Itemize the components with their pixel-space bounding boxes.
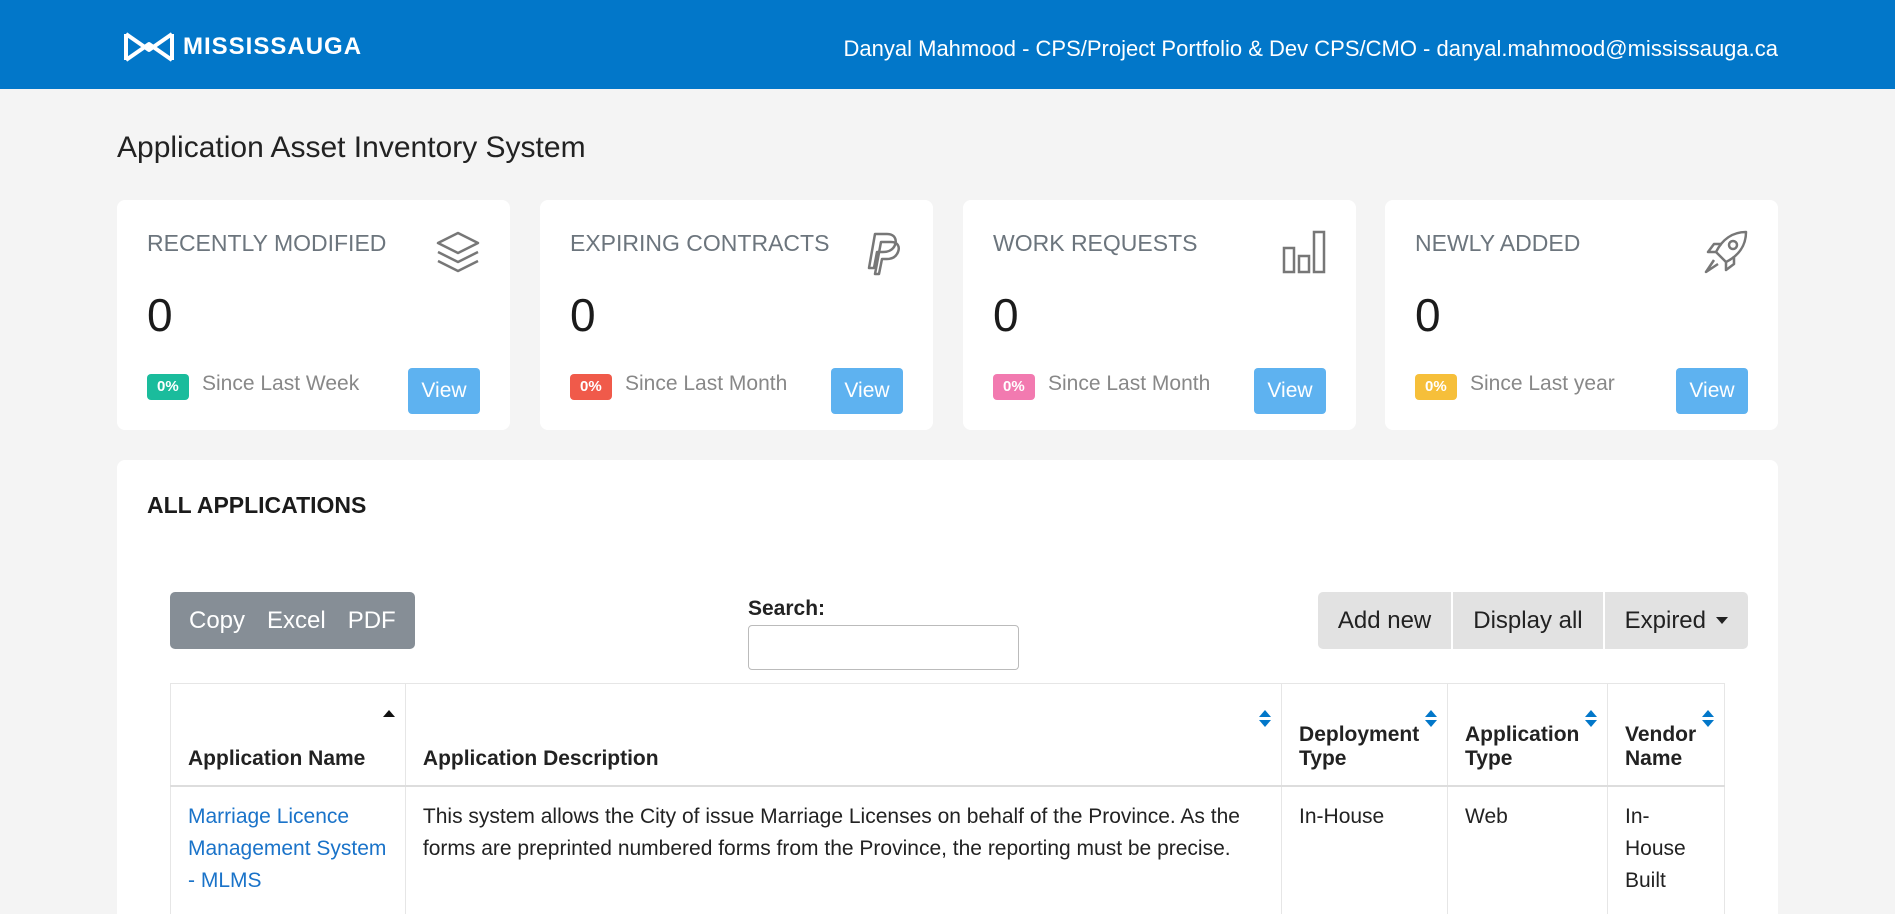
panel-title: ALL APPLICATIONS bbox=[147, 492, 367, 518]
header-label: Deployment Type bbox=[1299, 722, 1420, 770]
card-value: 0 bbox=[993, 289, 1019, 341]
view-button[interactable]: View bbox=[408, 368, 480, 414]
cell-vendor-name: In-House Built bbox=[1607, 785, 1725, 914]
card-work-requests: WORK REQUESTS 0 0% Since Last Month View bbox=[963, 200, 1356, 430]
since-text: Since Last Month bbox=[625, 372, 788, 395]
since-text: Since Last Month bbox=[1048, 372, 1211, 395]
cell-deployment-type: In-House bbox=[1281, 785, 1449, 914]
user-info: Danyal Mahmood - CPS/Project Portfolio &… bbox=[843, 36, 1778, 61]
card-label: RECENTLY MODIFIED bbox=[147, 230, 387, 256]
card-value: 0 bbox=[570, 289, 596, 341]
cell-application-name: Marriage Licence Management System - MLM… bbox=[170, 785, 406, 914]
sort-icon bbox=[1585, 710, 1597, 728]
chevron-down-icon bbox=[1716, 617, 1728, 624]
header-label: Application Description bbox=[422, 746, 659, 770]
bar-chart-icon bbox=[1282, 230, 1326, 274]
card-expiring-contracts: EXPIRING CONTRACTS 0 0% Since Last Month… bbox=[540, 200, 933, 430]
all-applications-panel: ALL APPLICATIONS Copy Excel PDF Search: … bbox=[117, 460, 1778, 914]
sort-ascending-icon bbox=[382, 710, 395, 717]
export-button-group: Copy Excel PDF bbox=[170, 592, 415, 649]
card-label: NEWLY ADDED bbox=[1415, 230, 1581, 256]
display-all-button[interactable]: Display all bbox=[1453, 592, 1603, 649]
card-label: EXPIRING CONTRACTS bbox=[570, 230, 830, 256]
logo-text: MISSISSAUGA bbox=[183, 33, 363, 60]
logo-mark-icon bbox=[124, 32, 174, 62]
cell-application-type: Web bbox=[1447, 785, 1608, 914]
column-header-vendor-name[interactable]: Vendor Name bbox=[1607, 683, 1725, 787]
expired-dropdown[interactable]: Expired bbox=[1604, 592, 1748, 649]
application-link[interactable]: Marriage Licence Management System - MLM… bbox=[188, 805, 386, 892]
view-button[interactable]: View bbox=[831, 368, 903, 414]
search-label: Search: bbox=[748, 597, 826, 620]
header-label: Application Name bbox=[188, 746, 366, 770]
sort-icon bbox=[1425, 710, 1438, 728]
header-label: Application Type bbox=[1465, 722, 1580, 770]
sort-icon bbox=[1702, 710, 1714, 728]
column-header-application-name[interactable]: Application Name bbox=[170, 683, 406, 787]
page-title: Application Asset Inventory System bbox=[117, 131, 586, 164]
card-newly-added: NEWLY ADDED 0 0% Since Last year View bbox=[1385, 200, 1778, 430]
column-header-application-type[interactable]: Application Type bbox=[1447, 683, 1608, 787]
column-header-application-description[interactable]: Application Description bbox=[404, 683, 1283, 787]
cell-application-description: This system allows the City of issue Mar… bbox=[404, 785, 1283, 914]
card-value: 0 bbox=[1415, 289, 1441, 341]
layers-icon bbox=[436, 231, 480, 273]
card-label: WORK REQUESTS bbox=[993, 230, 1198, 256]
excel-button[interactable]: Excel bbox=[256, 592, 337, 649]
card-value: 0 bbox=[147, 289, 173, 341]
column-header-deployment-type[interactable]: Deployment Type bbox=[1281, 683, 1449, 787]
add-new-button[interactable]: Add new bbox=[1317, 592, 1452, 649]
status-badge: 0% bbox=[1415, 374, 1457, 400]
since-text: Since Last Week bbox=[202, 372, 360, 395]
applications-table: Application Name Application Description… bbox=[170, 683, 1725, 914]
table-actions: Add new Display all Expired bbox=[1317, 592, 1748, 649]
header-label: Vendor Name bbox=[1625, 722, 1697, 770]
paypal-icon bbox=[867, 232, 900, 276]
view-button[interactable]: View bbox=[1676, 368, 1748, 414]
copy-button[interactable]: Copy bbox=[178, 592, 256, 649]
view-button[interactable]: View bbox=[1254, 368, 1326, 414]
top-header: MISSISSAUGA Danyal Mahmood - CPS/Project… bbox=[0, 0, 1895, 89]
status-badge: 0% bbox=[993, 374, 1035, 400]
card-recently-modified: RECENTLY MODIFIED 0 0% Since Last Week V… bbox=[117, 200, 510, 430]
since-text: Since Last year bbox=[1470, 372, 1615, 395]
rocket-icon bbox=[1704, 230, 1748, 274]
status-badge: 0% bbox=[570, 374, 612, 400]
expired-label: Expired bbox=[1624, 606, 1706, 634]
mississauga-logo[interactable]: MISSISSAUGA bbox=[123, 30, 362, 64]
table-header-row: Application Name Application Description… bbox=[170, 683, 1725, 787]
sort-icon bbox=[1259, 710, 1272, 728]
status-badge: 0% bbox=[147, 374, 189, 400]
table-row: Marriage Licence Management System - MLM… bbox=[170, 785, 1725, 914]
pdf-button[interactable]: PDF bbox=[337, 592, 407, 649]
search-input[interactable] bbox=[748, 625, 1019, 670]
